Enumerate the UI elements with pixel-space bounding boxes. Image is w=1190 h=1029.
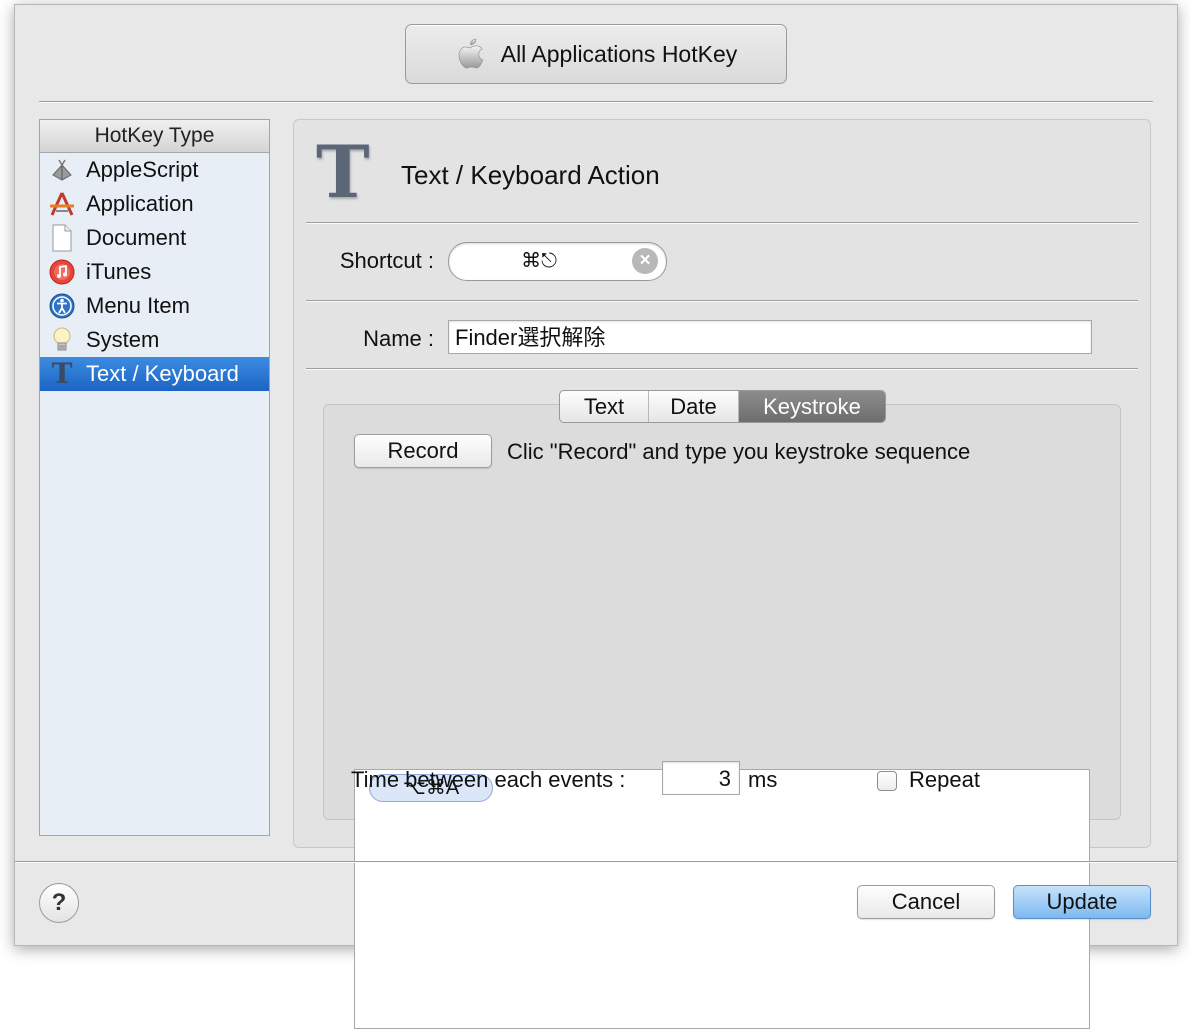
shortcut-divider	[306, 300, 1138, 301]
shortcut-value: ⌘⎋	[521, 250, 557, 272]
window: All Applications HotKey HotKey Type Appl…	[14, 4, 1178, 1029]
shortcut-label: Shortcut :	[339, 248, 434, 273]
text-t-icon: T	[51, 357, 73, 390]
tab-control[interactable]: Text Date Keystroke	[559, 390, 886, 423]
lightbulb-icon	[48, 326, 76, 354]
document-icon	[48, 224, 76, 252]
keystroke-tab-content: Record Clic "Record" and type you keystr…	[323, 404, 1121, 1029]
top-divider	[39, 101, 1153, 102]
record-button[interactable]: Record	[354, 434, 492, 468]
sidebar-item-label: System	[86, 327, 160, 352]
action-title: Text / Keyboard Action	[401, 160, 660, 190]
update-button[interactable]: Update	[1013, 885, 1151, 919]
sidebar-item-label: AppleScript	[86, 157, 199, 182]
name-divider	[306, 368, 1138, 369]
itunes-icon	[48, 258, 76, 286]
repeat-label[interactable]: Repeat	[909, 767, 980, 793]
application-icon	[48, 190, 76, 218]
time-between-events-field[interactable]: 3	[662, 761, 740, 795]
menu-item-icon	[48, 292, 76, 320]
sidebar-item-label: Menu Item	[86, 293, 190, 318]
clear-shortcut-icon[interactable]: ×	[632, 248, 658, 274]
title-divider	[306, 222, 1138, 223]
footer-divider	[15, 861, 1177, 862]
sidebar-item-itunes[interactable]: iTunes	[40, 255, 269, 289]
sidebar-item-label: Document	[86, 225, 187, 250]
cancel-button[interactable]: Cancel	[857, 885, 995, 919]
time-between-events-label: Time between each events :	[351, 767, 626, 792]
name-field[interactable]: Finder選択解除	[448, 320, 1092, 354]
application-selector-button[interactable]: All Applications HotKey	[405, 24, 787, 84]
sidebar-item-label: iTunes	[86, 259, 152, 284]
action-panel: T Text / Keyboard Action Shortcut : ⌘⎋ ×…	[293, 119, 1151, 1029]
hotkey-type-list[interactable]: HotKey Type AppleScript Application Docu…	[39, 119, 270, 836]
sidebar-item-applescript[interactable]: AppleScript	[40, 153, 269, 187]
shortcut-field[interactable]: ⌘⎋ ×	[448, 242, 667, 281]
sidebar-item-menu-item[interactable]: Menu Item	[40, 289, 269, 323]
sidebar-item-text-keyboard[interactable]: T Text / Keyboard	[40, 357, 269, 391]
tab-text[interactable]: Text	[560, 391, 649, 422]
applescript-icon	[48, 156, 76, 184]
tab-date[interactable]: Date	[649, 391, 739, 422]
sidebar-item-label: Text / Keyboard	[86, 361, 239, 386]
sidebar-item-application[interactable]: Application	[40, 187, 269, 221]
hotkey-type-header: HotKey Type	[40, 120, 269, 153]
help-button[interactable]: ?	[39, 883, 79, 923]
repeat-checkbox[interactable]	[877, 771, 897, 791]
time-unit-label: ms	[748, 767, 778, 792]
sidebar-item-document[interactable]: Document	[40, 221, 269, 255]
apple-logo-icon	[458, 38, 483, 69]
sidebar-item-label: Application	[86, 191, 194, 216]
name-label: Name :	[363, 326, 434, 351]
sidebar-item-system[interactable]: System	[40, 323, 269, 357]
tab-keystroke[interactable]: Keystroke	[739, 391, 885, 422]
text-action-icon: T	[316, 129, 370, 214]
record-instruction: Clic "Record" and type you keystroke seq…	[507, 439, 971, 464]
application-selector-label: All Applications HotKey	[500, 40, 738, 67]
